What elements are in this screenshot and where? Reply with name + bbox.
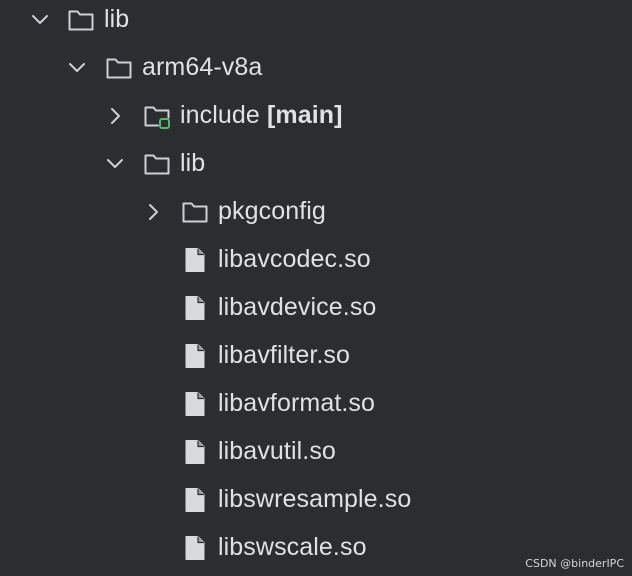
file-label: libavformat.so [218,389,376,417]
branch-tag: [main] [266,101,343,129]
folder-icon [144,154,170,175]
tree-file-item[interactable]: libswresample.so [0,477,632,525]
tree-node-label: lib [104,5,130,33]
tree-file-item[interactable]: libavdevice.so [0,285,632,333]
file-icon [185,392,205,416]
file-label: libavutil.so [218,437,336,465]
tree-node-lib-sub[interactable]: lib [0,141,632,189]
tree-node-lib-root[interactable]: lib [0,0,632,45]
file-icon [185,296,205,320]
folder-vcs-icon [144,106,170,129]
file-icon [185,488,205,512]
file-icon [185,248,205,272]
tree-node-label: pkgconfig [218,197,326,225]
file-label: libavfilter.so [218,341,351,369]
tree-node-pkgconfig[interactable]: pkgconfig [0,189,632,237]
chevron-right-icon[interactable] [142,201,164,223]
tree-file-item[interactable]: libavfilter.so [0,333,632,381]
tree-node-include[interactable]: include [main] [0,93,632,141]
project-tree: lib arm64-v8a include [main] lib pkgconf… [0,0,632,576]
chevron-down-icon[interactable] [29,9,51,31]
file-icon [185,536,205,560]
folder-name: include [180,101,260,129]
watermark: CSDN @binderIPC [525,557,624,570]
tree-file-item[interactable]: libavcodec.so [0,237,632,285]
file-label: libavdevice.so [218,293,377,321]
chevron-down-icon[interactable] [66,57,88,79]
tree-node-label: arm64-v8a [142,53,263,81]
chevron-down-icon[interactable] [104,153,126,175]
tree-node-label: lib [180,149,206,177]
tree-node-label: include [main] [180,100,343,130]
file-icon [185,440,205,464]
folder-icon [106,58,132,79]
tree-node-arm64-v8a[interactable]: arm64-v8a [0,45,632,93]
tree-file-item[interactable]: libavutil.so [0,429,632,477]
file-label: libavcodec.so [218,245,371,273]
file-label: libswscale.so [218,533,367,561]
folder-icon [68,10,94,31]
file-label: libswresample.so [218,485,412,513]
tree-file-item[interactable]: libavformat.so [0,381,632,429]
chevron-right-icon[interactable] [104,105,126,127]
file-icon [185,344,205,368]
folder-icon [182,202,208,223]
